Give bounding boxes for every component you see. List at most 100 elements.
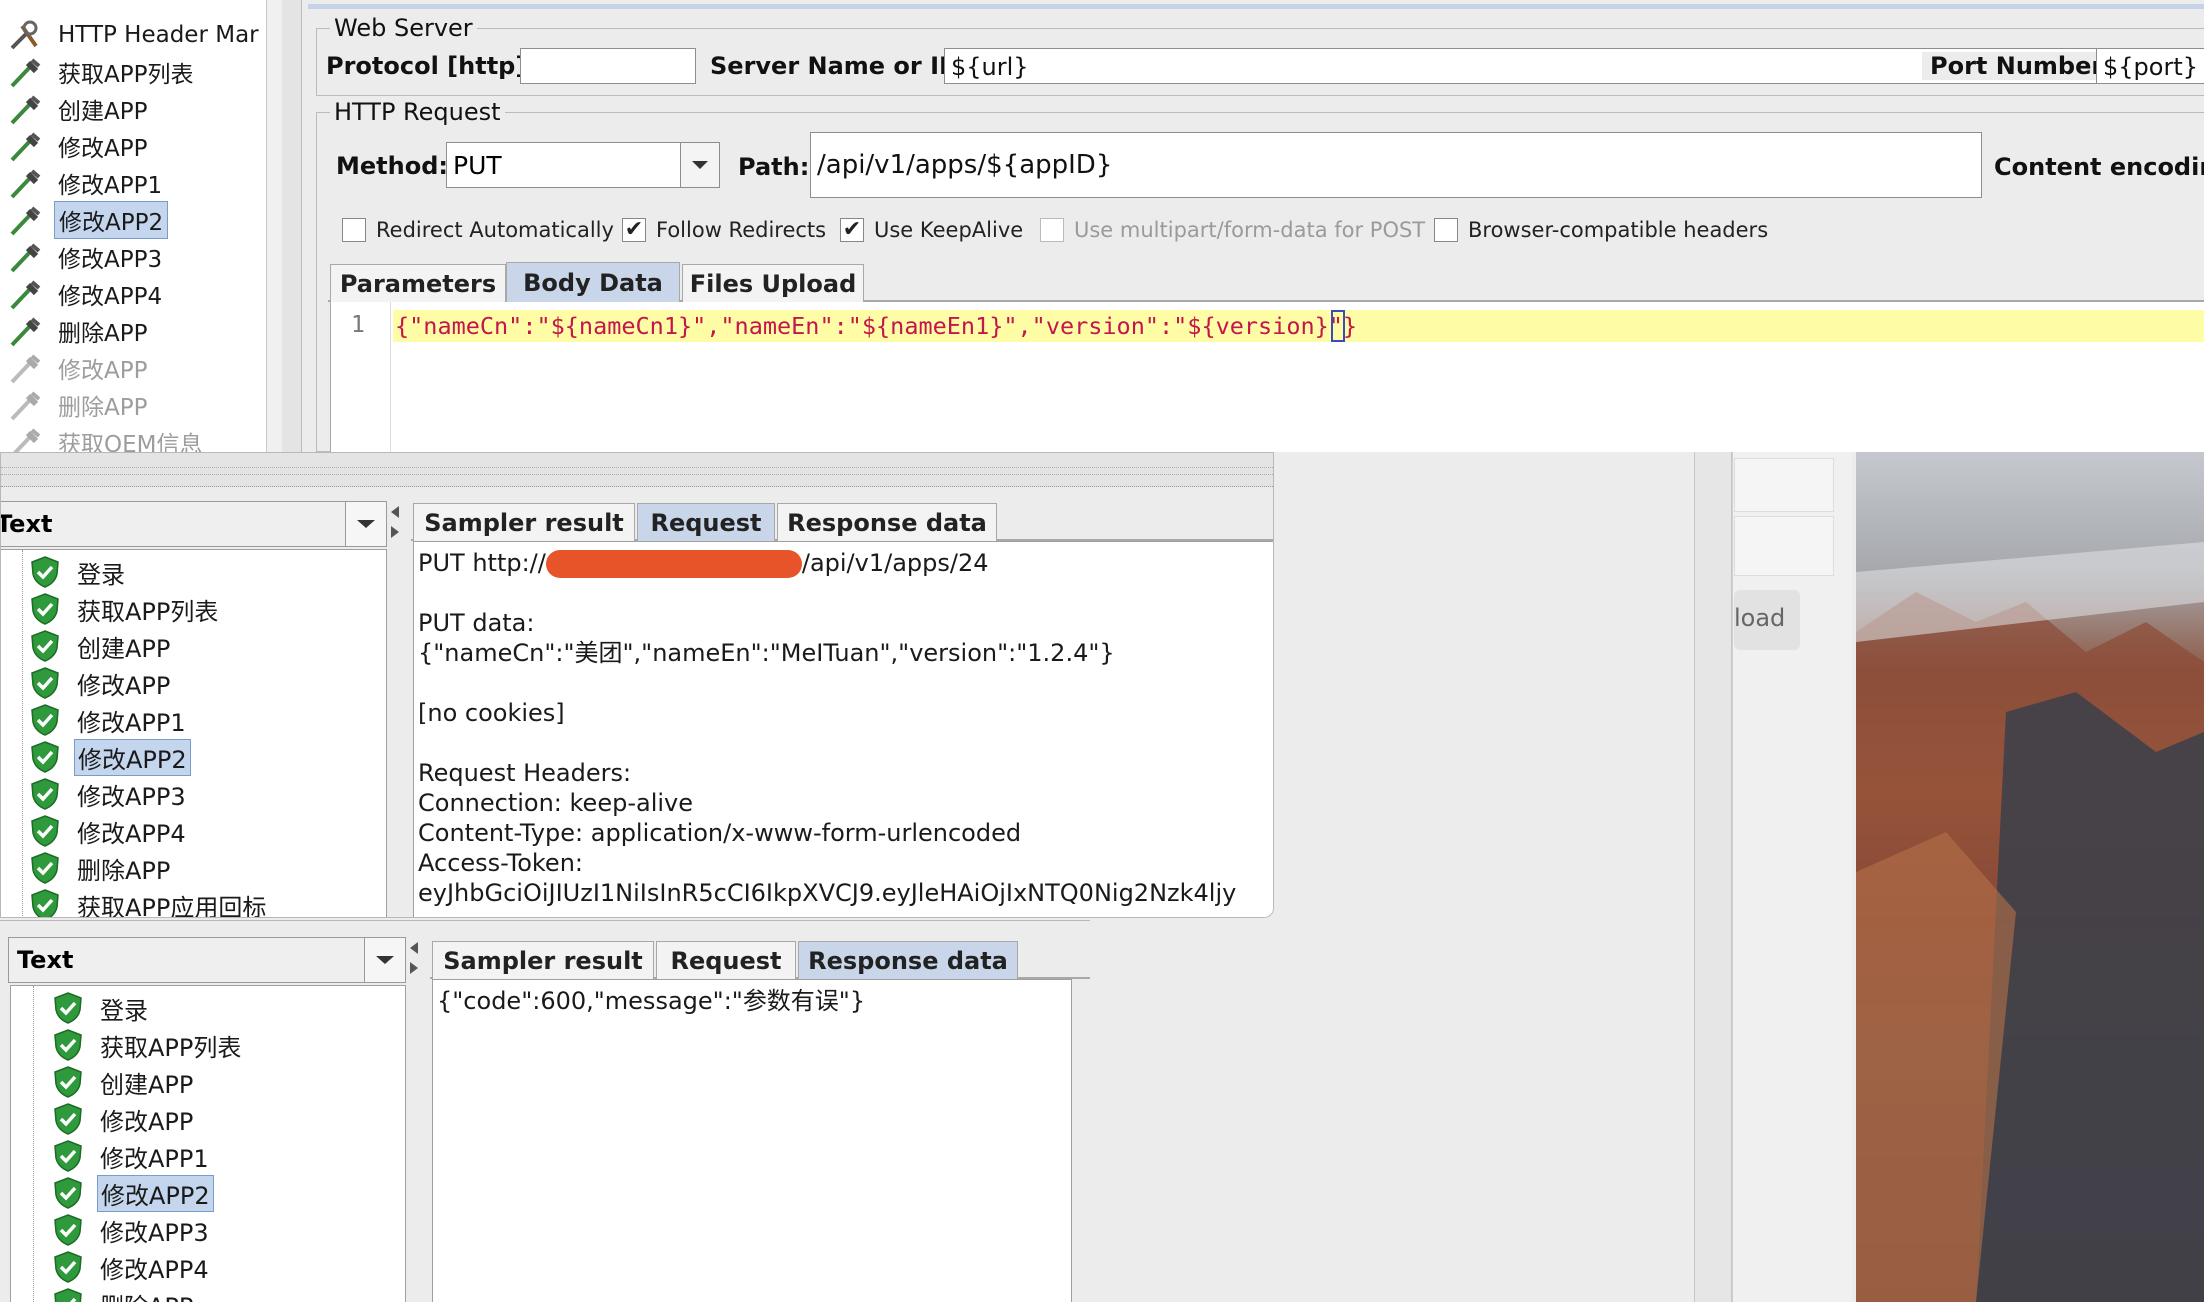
result-item-delete-app[interactable]: 删除APP [53,1286,196,1302]
method-dropdown-button[interactable] [680,143,719,187]
background-load-label: load [1734,604,1786,632]
pipette-icon [13,428,41,452]
background-panel-edge [1732,452,1852,1302]
tree-item-modify-app-disabled[interactable]: 修改APP [8,350,151,386]
tree-item-get-app-list[interactable]: 获取APP列表 [8,54,197,90]
renderer-dropdown-button[interactable] [345,502,386,546]
renderer-value: Text [17,946,74,974]
tree-item-label: 修改APP1 [58,173,163,199]
success-shield-icon [54,1066,82,1098]
success-shield-icon [54,1140,82,1172]
pipette-icon [10,243,41,273]
cookies-line: [no cookies] [418,699,565,727]
tree-item-create-app[interactable]: 创建APP [8,91,151,127]
tree-item-delete-app[interactable]: 删除APP [8,313,151,349]
tree-item-label: 创建APP [58,99,148,125]
result-item-get-app-list[interactable]: 获取APP列表 [30,591,221,627]
request-line: PUT http:// /api/v1/apps/24 [418,548,1270,578]
result-item-modify-app3[interactable]: 修改APP3 [30,776,189,812]
browser-compatible-headers-checkbox[interactable]: Browser-compatible headers [1434,218,1768,242]
tree-item-modify-app[interactable]: 修改APP [8,128,151,164]
tree-item-modify-app3[interactable]: 修改APP3 [8,239,166,275]
success-shield-icon [54,1251,82,1283]
tree-item-label: 修改APP3 [58,247,163,273]
result-item-get-app-icon[interactable]: 获取APP应用回标 [30,887,269,918]
tree-item-modify-app2[interactable]: 修改APP2 [8,201,169,239]
tree-item-modify-app1[interactable]: 修改APP1 [8,165,166,201]
path-input[interactable]: /api/v1/apps/${appID} [810,132,1982,198]
result-item-delete-app[interactable]: 删除APP [30,850,173,886]
success-shield-icon [54,1214,82,1246]
tree-item-label: 获取OEM信息 [58,432,203,452]
result-item-label: 获取APP应用回标 [77,893,267,918]
result-item-modify-app[interactable]: 修改APP [30,665,173,701]
http-request-title: HTTP Request [330,98,505,126]
tab-request[interactable]: Request [656,941,796,979]
result-item-modify-app2[interactable]: 修改APP2 [30,738,191,776]
tree-item-label: 修改APP [58,358,148,384]
redirect-automatically-checkbox[interactable]: Redirect Automatically [342,218,614,242]
renderer-dropdown-button[interactable] [364,938,405,982]
success-shield-icon [54,1177,82,1209]
background-scrollbar [1694,452,1732,1302]
request-text-area[interactable]: PUT http:// /api/v1/apps/24 PUT data: {"n… [413,541,1273,917]
success-shield-icon [31,593,59,625]
success-shield-icon [31,741,59,773]
tab-request[interactable]: Request [637,503,775,541]
tab-response-data[interactable]: Response data [777,503,997,541]
result-item-login[interactable]: 登录 [53,990,151,1026]
success-shield-icon [31,630,59,662]
pipette-icon [10,317,41,347]
tab-parameters[interactable]: Parameters [330,264,506,302]
tab-response-data[interactable]: Response data [798,941,1018,979]
tab-sampler-result[interactable]: Sampler result [413,503,635,541]
result-item-modify-app1[interactable]: 修改APP1 [30,702,189,738]
renderer-select[interactable]: Text [1,501,387,547]
use-keepalive-checkbox[interactable]: ✔ Use KeepAlive [840,218,1023,242]
port-number-input[interactable]: ${port} [2096,48,2204,84]
method-select[interactable]: PUT [446,142,720,188]
splitter-arrows[interactable] [389,501,403,917]
tree-item-delete-app-disabled[interactable]: 删除APP [8,387,151,423]
wrench-icon [10,20,38,50]
tree-item-modify-app4[interactable]: 修改APP4 [8,276,166,312]
result-item-modify-app[interactable]: 修改APP [53,1101,196,1137]
follow-redirects-checkbox[interactable]: ✔ Follow Redirects [622,218,826,242]
result-item-label: 修改APP4 [100,1255,209,1284]
protocol-input[interactable] [520,48,696,84]
results-tree: 登录 获取APP列表 创建APP 修改APP 修改APP1 修改APP2 修改A… [10,985,406,1302]
result-item-create-app[interactable]: 创建APP [30,628,173,664]
tab-sampler-result[interactable]: Sampler result [432,941,654,979]
splitter-arrows[interactable] [408,937,422,1302]
renderer-select[interactable]: Text [8,937,406,983]
body-data-editor[interactable]: 1 {"nameCn":"${nameCn1}","nameEn":"${nam… [330,302,2204,452]
desktop-wallpaper [1856,452,2204,1302]
tree-item-header-manager[interactable]: HTTP Header Mar [8,17,263,53]
tree-item-label: 获取APP列表 [58,62,194,88]
test-plan-tree: HTTP Header Mar 获取APP列表 创建APP 修改APP 修改AP… [0,0,266,452]
result-item-modify-app2[interactable]: 修改APP2 [53,1174,214,1212]
result-item-modify-app4[interactable]: 修改APP4 [30,813,189,849]
result-item-modify-app3[interactable]: 修改APP3 [53,1212,212,1248]
result-item-get-app-list[interactable]: 获取APP列表 [53,1027,244,1063]
use-multipart-checkbox[interactable]: Use multipart/form-data for POST [1040,218,1425,242]
response-text-area[interactable]: {"code":600,"message":"参数有误"} [432,979,1072,1302]
result-item-create-app[interactable]: 创建APP [53,1064,196,1100]
http-request-window: HTTP Header Mar 获取APP列表 创建APP 修改APP 修改AP… [0,0,2204,452]
result-item-login[interactable]: 登录 [30,554,128,590]
body-data-text: {"nameCn":"${nameCn1}","nameEn":"${nameE… [395,312,1358,340]
checkbox-label: Browser-compatible headers [1468,218,1769,242]
collapse-left-icon [391,506,399,518]
result-item-modify-app1[interactable]: 修改APP1 [53,1138,212,1174]
tab-body-data[interactable]: Body Data [506,262,680,302]
checkbox-label: Use multipart/form-data for POST [1074,218,1426,242]
web-server-title: Web Server [330,14,477,42]
tree-item-get-oem-info[interactable]: 获取OEM信息 [8,424,206,452]
tab-files-upload[interactable]: Files Upload [682,264,864,302]
result-item-modify-app4[interactable]: 修改APP4 [53,1249,212,1285]
tree-scrollbar[interactable] [266,0,282,452]
success-shield-icon [31,852,59,884]
checkbox-label: Follow Redirects [656,218,827,242]
splitter-handle[interactable] [282,0,302,452]
access-token-value: eyJhbGciOiJIUzI1NiIsInR5cCI6IkpXVCJ9.eyJ… [418,879,1237,907]
